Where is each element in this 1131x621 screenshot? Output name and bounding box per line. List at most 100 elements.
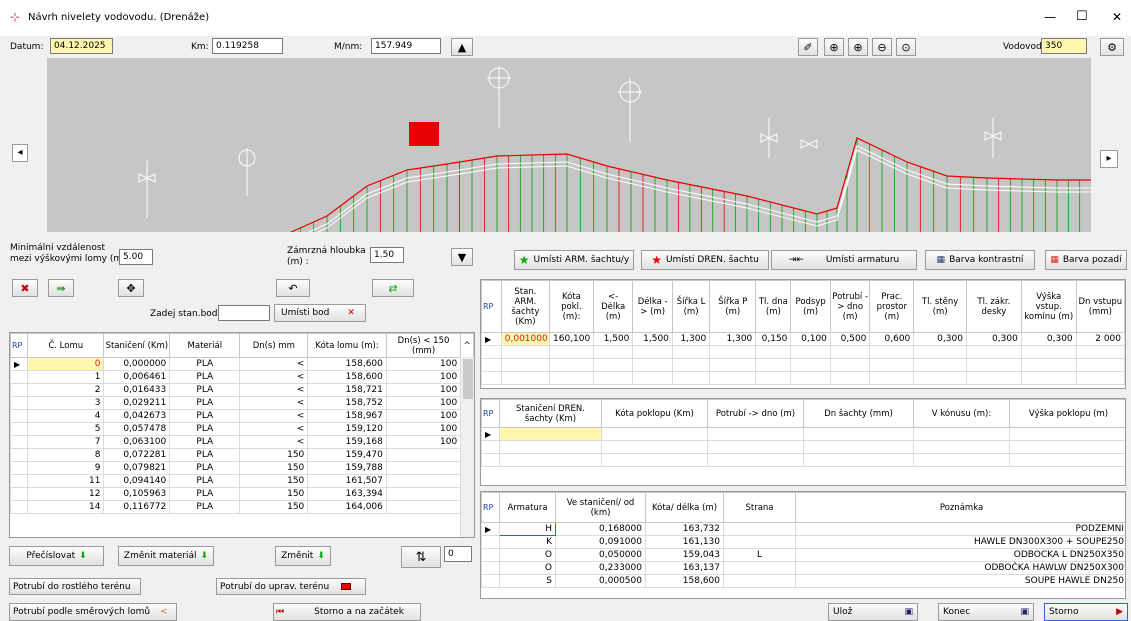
umisti-dren-button[interactable]: ★ Umísti DREN. šachtu (641, 250, 769, 270)
table-cell[interactable]: PLA (169, 370, 241, 384)
table-cell[interactable]: 158,600 (645, 574, 724, 588)
profile-canvas[interactable] (47, 58, 1091, 232)
table-cell[interactable]: PLA (169, 396, 241, 410)
table-cell[interactable]: PLA (169, 461, 241, 475)
table-cell[interactable]: ODBOČKA HAWLW DN250X300 (795, 561, 1125, 575)
table-row[interactable]: 7 0,063100 PLA <159,168 100 (10, 435, 474, 449)
table-cell[interactable]: 14 (26, 500, 105, 514)
table-cell[interactable]: 163,394 (307, 487, 387, 501)
table-cell[interactable]: 0 (26, 357, 105, 371)
table-row[interactable]: 12 0,105963 PLA 150 163,394 (10, 487, 474, 501)
table-cell[interactable]: 0,029211 (103, 396, 171, 410)
table-cell[interactable]: 0,057478 (103, 422, 171, 436)
table-cell[interactable]: 0,300 (965, 332, 1022, 346)
table-cell[interactable]: 100 (385, 383, 462, 397)
number-field[interactable]: 0 (444, 546, 472, 562)
table-row[interactable]: ▶ H 0,168000 163,732 PODZEMNI (481, 522, 1125, 536)
table-row[interactable]: 4 0,042673 PLA <158,967 100 (10, 409, 474, 423)
table-cell[interactable]: < (239, 357, 309, 371)
nav-left-button[interactable]: ◂ (12, 144, 28, 162)
barva-pozadi-button[interactable]: ▦ Barva pozadí (1045, 250, 1127, 270)
table-cell[interactable]: 0,233000 (555, 561, 646, 575)
table-cell[interactable]: 0,063100 (103, 435, 171, 449)
table-cell[interactable] (723, 522, 796, 536)
table-row[interactable]: ▶ 0 0,000000 PLA <158,600 100 (10, 357, 474, 371)
zadej-field[interactable] (218, 305, 270, 321)
table-cell[interactable]: 100 (385, 370, 462, 384)
table-cell[interactable]: PODZEMNI (795, 522, 1125, 536)
table-row[interactable]: 3 0,029211 PLA <158,752 100 (10, 396, 474, 410)
zmenit-button[interactable]: Změnit ⬇ (275, 546, 331, 566)
table-row[interactable]: 14 0,116772 PLA 150 164,006 (10, 500, 474, 514)
table-cell[interactable]: 7 (26, 435, 105, 449)
table-cell[interactable]: 0,016433 (103, 383, 171, 397)
table-cell[interactable]: 0,116772 (103, 500, 171, 514)
table-cell[interactable]: PLA (169, 357, 241, 371)
table-cell[interactable]: PLA (169, 435, 241, 449)
table-cell[interactable]: 150 (239, 474, 309, 488)
table-cell[interactable]: 159,788 (307, 461, 387, 475)
table-cell[interactable]: 100 (385, 396, 462, 410)
storno-button[interactable]: Storno ▶ (1044, 603, 1128, 621)
table-cell[interactable]: 0,091000 (555, 535, 646, 549)
table-cell[interactable]: ODBOCKA L DN250X350 (795, 548, 1125, 562)
armatura-table[interactable]: RP Armatura Ve staničení/ od (km) Kóta/ dél… (480, 491, 1126, 599)
table-row[interactable]: 1 0,006461 PLA <158,600 100 (10, 370, 474, 384)
table-cell[interactable]: 159,043 (645, 548, 724, 562)
sort-icon[interactable]: ⇅ (401, 546, 441, 568)
table-cell[interactable]: SOUPE HAWLE DN250 (795, 574, 1125, 588)
table-cell[interactable]: < (239, 435, 309, 449)
table-cell[interactable]: 100 (385, 422, 462, 436)
table-cell[interactable]: S (499, 574, 556, 588)
table-row[interactable]: S 0,000500 158,600 SOUPE HAWLE DN250 (481, 574, 1125, 588)
table-cell[interactable]: 8 (26, 448, 105, 462)
table-cell[interactable]: 1,500 (592, 332, 634, 346)
table-cell[interactable]: 100 (385, 435, 462, 449)
table-cell[interactable]: 0,500 (829, 332, 871, 346)
lomy-scrollbar[interactable] (460, 357, 474, 537)
nav-right-button[interactable]: ▸ (1100, 150, 1118, 168)
umisti-arm-button[interactable]: ★ Umísti ARM. šachtu/y (514, 250, 634, 270)
table-row[interactable]: O 0,233000 163,137 ODBOČKA HAWLW DN250X300 (481, 561, 1125, 575)
table-cell[interactable]: < (239, 409, 309, 423)
zoom-in-icon[interactable]: ⊕ (848, 38, 868, 56)
cursor-icon[interactable]: ✐ (798, 38, 818, 56)
table-cell[interactable]: 0,001000 (500, 332, 551, 346)
maximize-button[interactable]: ☐ (1076, 9, 1088, 24)
mnm-field[interactable]: 157.949 (371, 38, 441, 54)
table-cell[interactable]: 2 000 (1075, 332, 1125, 346)
delete-point-icon[interactable]: ✖ (12, 279, 38, 297)
settings-icon[interactable]: ⚙ (1100, 38, 1124, 56)
table-cell[interactable]: 0,105963 (103, 487, 171, 501)
table-cell[interactable] (723, 535, 796, 549)
table-cell[interactable]: 12 (26, 487, 105, 501)
umisti-bod-button[interactable]: Umísti bod ✕ (274, 304, 366, 322)
table-row[interactable]: ▶ 0,001000 160,100 1,500 1,500 1,300 1,300 0,15… (481, 332, 1125, 346)
table-row[interactable]: 5 0,057478 PLA <159,120 100 (10, 422, 474, 436)
table-cell[interactable]: 1,300 (709, 332, 757, 346)
table-cell[interactable]: 163,732 (645, 522, 724, 536)
undo-icon[interactable]: ↶ (276, 279, 310, 297)
table-cell[interactable]: PLA (169, 448, 241, 462)
table-cell[interactable]: < (239, 396, 309, 410)
table-cell[interactable]: 158,967 (307, 409, 387, 423)
table-cell[interactable]: 0,079821 (103, 461, 171, 475)
table-cell[interactable]: < (239, 383, 309, 397)
table-cell[interactable]: PLA (169, 500, 241, 514)
table-cell[interactable]: 159,120 (307, 422, 387, 436)
table-cell[interactable] (385, 461, 462, 475)
smerove-button[interactable]: Potrubí podle směrových lomů < (9, 603, 177, 621)
table-cell[interactable] (385, 448, 462, 462)
table-cell[interactable]: PLA (169, 409, 241, 423)
table-cell[interactable]: O (499, 561, 556, 575)
barva-kontrastni-button[interactable]: ▦ Barva kontrastní (925, 250, 1035, 270)
table-row[interactable]: O 0,050000 159,043 L ODBOCKA L DN250X350 (481, 548, 1125, 562)
table-cell[interactable]: L (723, 548, 796, 562)
table-cell[interactable]: 4 (26, 409, 105, 423)
table-cell[interactable]: 163,137 (645, 561, 724, 575)
table-cell[interactable]: 5 (26, 422, 105, 436)
down-button[interactable]: ▼ (451, 248, 473, 266)
table-cell[interactable]: 150 (239, 487, 309, 501)
table-cell[interactable]: PLA (169, 422, 241, 436)
table-cell[interactable]: 164,006 (307, 500, 387, 514)
